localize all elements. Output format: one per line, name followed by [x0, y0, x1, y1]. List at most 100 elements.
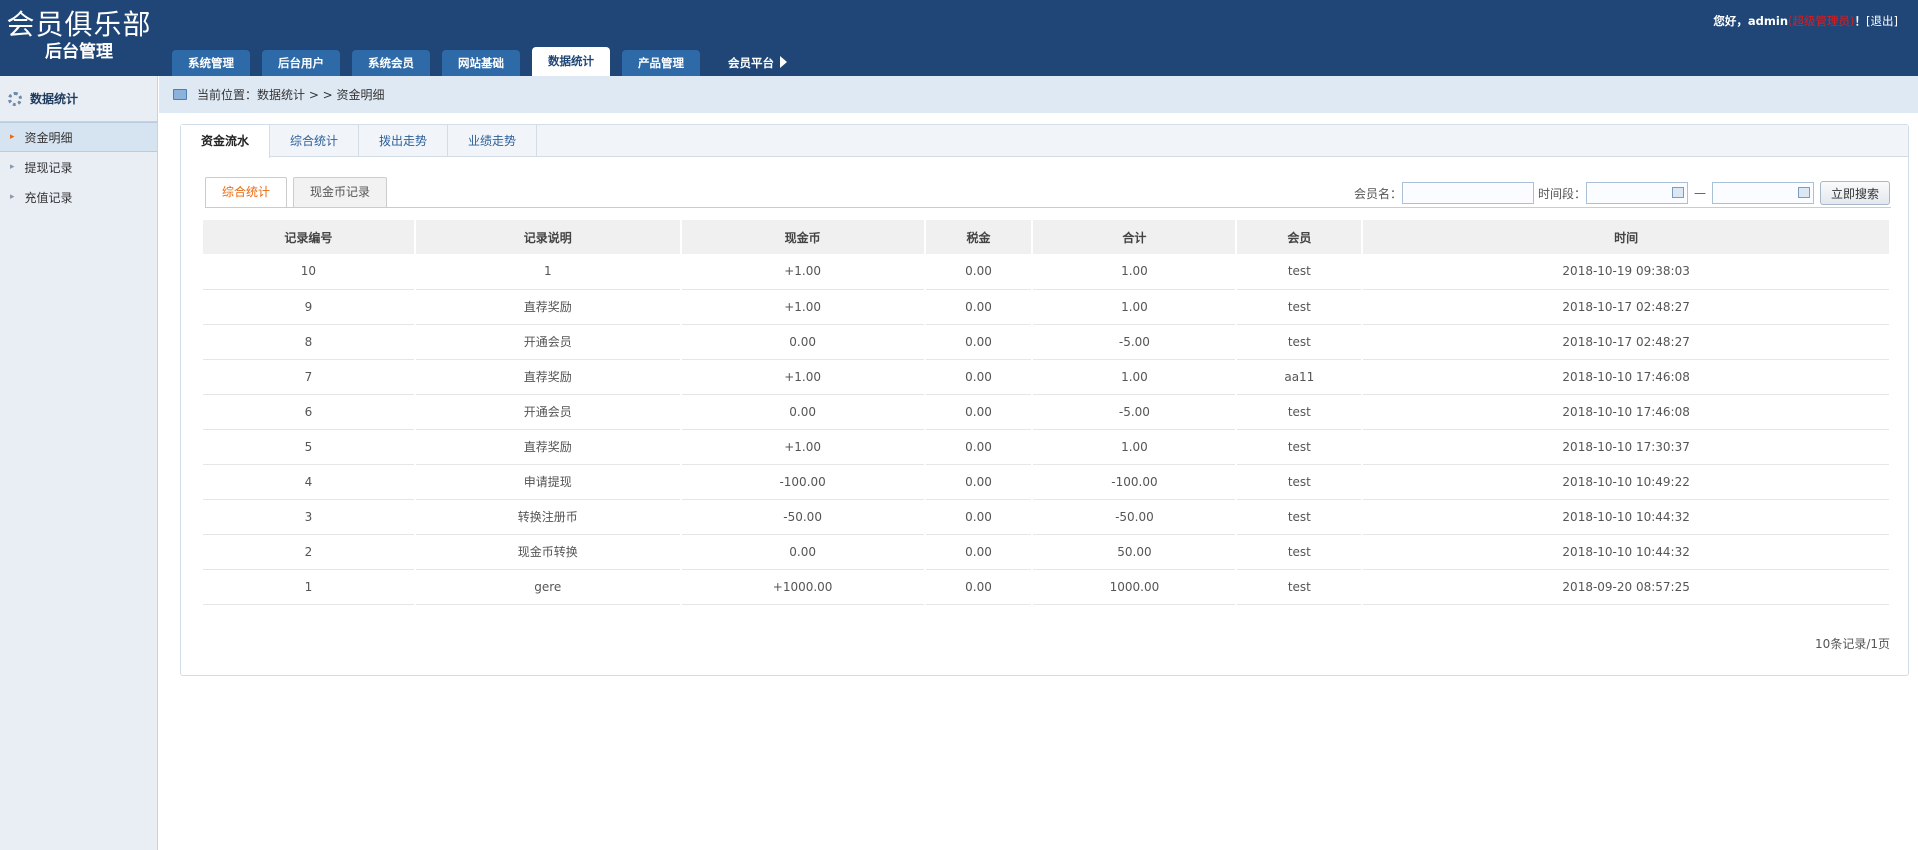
nav-tab-members[interactable]: 系统会员: [352, 50, 430, 76]
table-cell: 直荐奖励: [414, 429, 682, 465]
column-header: 记录说明: [414, 220, 682, 254]
tab-payout-trend[interactable]: 拨出走势: [359, 125, 449, 156]
date-from-field[interactable]: [1585, 182, 1688, 204]
tab-performance-trend[interactable]: 业绩走势: [448, 125, 538, 156]
table-row: 1 gere +1000.00 0.00 1000.00 test 2018-09-20 0…: [203, 569, 1891, 605]
table-row: 5 直荐奖励 +1.00 0.00 1.00 test 2018-10-10 17:30:3…: [203, 429, 1891, 465]
logout-link[interactable]: [退出]: [1866, 14, 1898, 28]
gear-icon: [8, 91, 22, 106]
table-cell: 1: [203, 569, 416, 605]
table-cell: 1: [414, 254, 682, 290]
column-header: 记录编号: [203, 220, 416, 254]
table-row: 8 开通会员 0.00 0.00 -5.00 test 2018-10-17 02:48:2…: [203, 324, 1891, 360]
table-cell: -100.00: [1032, 464, 1238, 500]
table-cell: 0.00: [924, 534, 1034, 570]
top-header: 会员俱乐部 后台管理 系统管理 后台用户 系统会员 网站基础 数据统计 产品管理…: [0, 0, 1918, 76]
table-cell: 5: [203, 429, 416, 465]
tab-fund-flow[interactable]: 资金流水: [181, 125, 271, 158]
nav-tab-products[interactable]: 产品管理: [622, 50, 700, 76]
table-row: 2 现金币转换 0.00 0.00 50.00 test 2018-10-10 10:44:…: [203, 534, 1891, 570]
table-cell: 开通会员: [414, 394, 682, 430]
table-cell: test: [1236, 464, 1364, 500]
table-cell: 0.00: [924, 289, 1034, 325]
table-cell: 申请提现: [414, 464, 682, 500]
table-cell: 2018-10-10 17:30:37: [1362, 429, 1891, 465]
sub-tabs: 综合统计 现金币记录: [205, 177, 393, 207]
sidebar-header: 数据统计: [0, 76, 157, 122]
table-cell: 0.00: [680, 324, 926, 360]
table-cell: 直荐奖励: [414, 289, 682, 325]
table-cell: -50.00: [680, 499, 926, 535]
table-cell: +1.00: [680, 359, 926, 395]
member-name-input[interactable]: [1401, 182, 1534, 204]
breadcrumb: 当前位置：数据统计 > > 资金明细: [159, 76, 1918, 113]
sidebar-item-fund-details[interactable]: ▸ 资金明细: [0, 122, 157, 152]
table-cell: 1.00: [1032, 359, 1238, 395]
column-header: 时间: [1362, 220, 1891, 254]
logo: 会员俱乐部 后台管理: [0, 0, 158, 76]
table-cell: 现金币转换: [414, 534, 682, 570]
column-header: 合计: [1032, 220, 1238, 254]
location-icon: [173, 89, 187, 100]
table-cell: 1.00: [1032, 254, 1238, 290]
nav-tab-admin-users[interactable]: 后台用户: [262, 50, 340, 76]
panel-tabs: 资金流水 综合统计 拨出走势 业绩走势: [181, 125, 1908, 158]
nav-tab-statistics[interactable]: 数据统计: [532, 47, 610, 76]
tab-summary[interactable]: 综合统计: [270, 125, 360, 156]
table-row: 3 转换注册币 -50.00 0.00 -50.00 test 2018-10-10 10:…: [203, 499, 1891, 535]
table-cell: 2018-10-10 17:46:08: [1362, 359, 1891, 395]
table-cell: 50.00: [1032, 534, 1238, 570]
sidebar-title: 数据统计: [30, 92, 79, 106]
table-cell: +1000.00: [680, 569, 926, 605]
table-cell: 0.00: [924, 499, 1034, 535]
subtab-summary[interactable]: 综合统计: [205, 177, 288, 207]
content-panel: 资金流水 综合统计 拨出走势 业绩走势 综合统计 现金币记录 会员名： 时间段：…: [180, 124, 1909, 676]
table-cell: 0.00: [924, 464, 1034, 500]
subtab-cash-records[interactable]: 现金币记录: [293, 177, 388, 207]
nav-tab-site-basics[interactable]: 网站基础: [442, 50, 520, 76]
column-header: 现金币: [680, 220, 926, 254]
sidebar-item-withdrawals[interactable]: ▸ 提现记录: [0, 152, 157, 182]
nav-tab-member-platform[interactable]: 会员平台: [712, 50, 803, 76]
table-cell: +1.00: [680, 289, 926, 325]
table-row: 6 开通会员 0.00 0.00 -5.00 test 2018-10-10 17:46:0…: [203, 394, 1891, 430]
fund-records-table: 记录编号 记录说明 现金币 税金 合计 会员 时间 10 1 +1.00 0.00 1.…: [203, 220, 1891, 605]
table-header-row: 记录编号 记录说明 现金币 税金 合计 会员 时间: [203, 220, 1891, 254]
table-cell: test: [1236, 324, 1364, 360]
sidebar-item-label: 资金明细: [24, 130, 73, 145]
search-bar: 会员名： 时间段： — 立即搜索: [1354, 181, 1890, 205]
date-to-field[interactable]: [1711, 182, 1814, 204]
table-cell: test: [1236, 254, 1364, 290]
table-body: 10 1 +1.00 0.00 1.00 test 2018-10-19 09:38:03 9…: [203, 254, 1891, 605]
sidebar-item-label: 提现记录: [24, 160, 73, 175]
table-cell: 0.00: [924, 254, 1034, 290]
search-button[interactable]: 立即搜索: [1819, 181, 1890, 205]
calendar-icon[interactable]: [1671, 187, 1684, 198]
triangle-right-icon: [780, 56, 787, 68]
user-info: 您好，admin(超级管理员)！[退出]: [1713, 13, 1898, 29]
calendar-icon[interactable]: [1797, 187, 1810, 198]
subtab-divider: [205, 207, 1891, 208]
table-cell: 1.00: [1032, 429, 1238, 465]
table-cell: test: [1236, 394, 1364, 430]
table-cell: 2018-10-17 02:48:27: [1362, 324, 1891, 360]
chevron-right-icon: ▸: [10, 192, 15, 202]
nav-tab-system[interactable]: 系统管理: [172, 50, 250, 76]
sidebar-item-recharges[interactable]: ▸ 充值记录: [0, 182, 157, 212]
greeting-text: 您好，admin: [1713, 14, 1789, 28]
table-cell: 开通会员: [414, 324, 682, 360]
table-cell: test: [1236, 429, 1364, 465]
nav-tab-member-platform-label: 会员平台: [728, 56, 774, 70]
table-cell: 0.00: [924, 569, 1034, 605]
sidebar: 数据统计 ▸ 资金明细 ▸ 提现记录 ▸ 充值记录: [0, 76, 158, 850]
table-cell: 2018-10-17 02:48:27: [1362, 289, 1891, 325]
column-header: 会员: [1236, 220, 1364, 254]
column-header: 税金: [924, 220, 1034, 254]
table-cell: +1.00: [680, 254, 926, 290]
logo-subtitle: 后台管理: [45, 42, 113, 62]
table-cell: 2018-10-10 10:44:32: [1362, 499, 1891, 535]
table-cell: 6: [203, 394, 416, 430]
table-cell: 2: [203, 534, 416, 570]
table-row: 4 申请提现 -100.00 0.00 -100.00 test 2018-10-10 10…: [203, 464, 1891, 500]
main-nav: 系统管理 后台用户 系统会员 网站基础 数据统计 产品管理 会员平台: [172, 47, 815, 76]
